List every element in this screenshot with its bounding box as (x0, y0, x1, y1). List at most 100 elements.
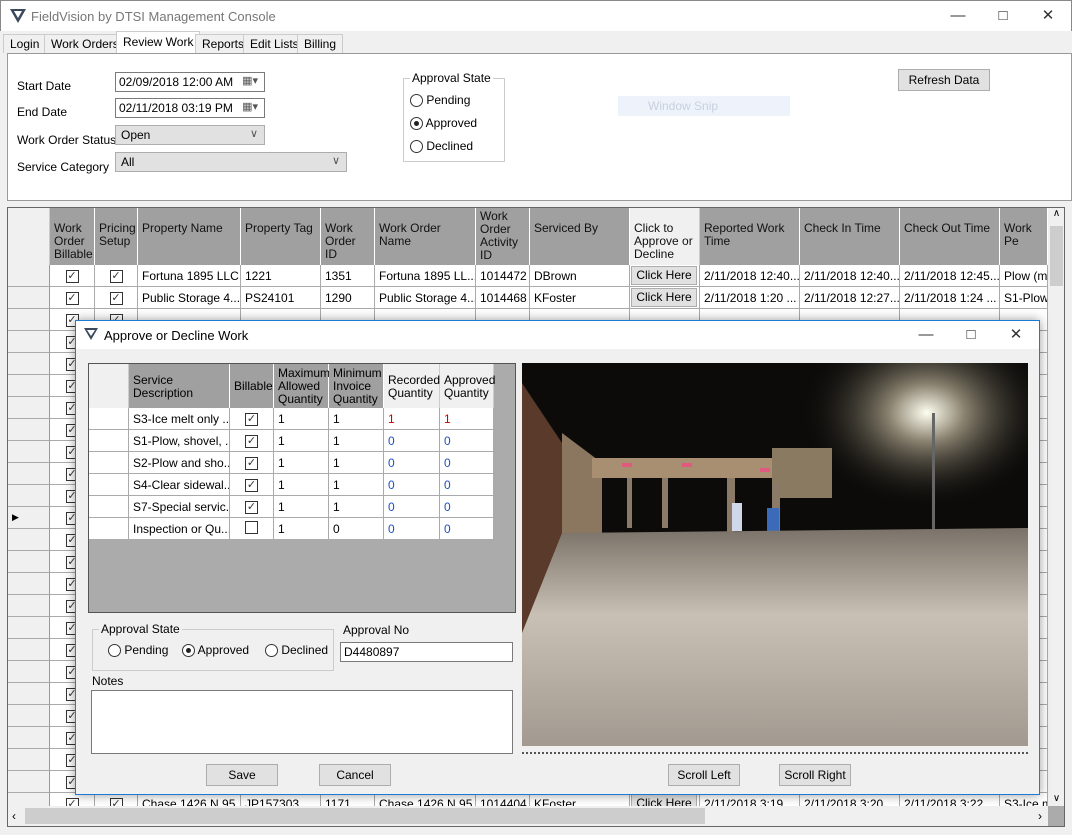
column-header[interactable]: Work Order ID (321, 208, 375, 265)
column-header[interactable]: Property Tag (241, 208, 321, 265)
table-cell[interactable]: 0 (440, 452, 494, 474)
row-header[interactable] (8, 551, 50, 573)
radio-pending[interactable]: Pending (410, 93, 470, 108)
radio-pending[interactable]: Pending (108, 643, 168, 658)
work-order-status-select[interactable]: Open ∨ (115, 125, 265, 145)
table-cell[interactable]: 0 (440, 474, 494, 496)
column-header[interactable]: Recorded Quantity (384, 364, 440, 408)
row-header[interactable] (8, 309, 50, 331)
column-header[interactable]: Reported Work Time (700, 208, 800, 265)
row-header[interactable] (89, 518, 129, 540)
scroll-thumb[interactable] (1050, 226, 1063, 286)
table-row[interactable]: ✓ ✓ Public Storage 4... PS24101 1290 Public S… (8, 287, 1048, 309)
row-header[interactable] (8, 595, 50, 617)
row-header[interactable] (8, 661, 50, 683)
billable-checkbox[interactable]: ✓ (245, 435, 258, 448)
column-header[interactable]: Work Order Activity ID (476, 208, 530, 265)
approval-no-input[interactable]: D4480897 (340, 642, 513, 662)
tab-review-work[interactable]: Review Work (116, 31, 201, 54)
checkbox[interactable]: ✓ (109, 270, 123, 283)
column-header[interactable]: Billable (230, 364, 274, 408)
checkbox[interactable]: ✓ (109, 292, 123, 305)
maximize-button[interactable]: □ (988, 5, 1018, 27)
refresh-data-button[interactable]: Refresh Data (898, 69, 990, 91)
column-header[interactable]: Minimum Invoice Quantity (329, 364, 384, 408)
row-header[interactable] (8, 749, 50, 771)
row-header[interactable] (8, 375, 50, 397)
row-header[interactable] (89, 474, 129, 496)
radio-approved[interactable]: Approved (410, 116, 477, 131)
minimize-button[interactable]: — (943, 5, 973, 27)
row-header[interactable] (8, 441, 50, 463)
row-header[interactable] (8, 397, 50, 419)
scroll-right-button[interactable]: Scroll Right (779, 764, 851, 786)
column-header[interactable]: Work Order Billable (50, 208, 95, 265)
row-header[interactable] (8, 485, 50, 507)
column-header[interactable]: Click to Approve or Decline (630, 208, 700, 265)
calendar-icon[interactable]: ▦▾ (242, 74, 258, 87)
row-header[interactable] (8, 617, 50, 639)
scroll-thumb[interactable] (25, 808, 705, 824)
dialog-minimize-button[interactable]: — (911, 324, 941, 346)
row-header[interactable] (8, 331, 50, 353)
table-row[interactable]: ✓ ✓ Fortuna 1895 LLC 1221 1351 Fortuna 1895 L… (8, 265, 1048, 287)
billable-checkbox[interactable]: ✓ (245, 479, 258, 492)
row-header[interactable] (8, 727, 50, 749)
column-header[interactable]: Serviced By (530, 208, 630, 265)
column-header[interactable]: Maximum Allowed Quantity (274, 364, 330, 408)
table-cell[interactable]: 0 (440, 518, 494, 540)
save-button[interactable]: Save (206, 764, 278, 786)
row-header[interactable] (8, 573, 50, 595)
vertical-scrollbar[interactable]: ∧ ∨ (1048, 208, 1064, 806)
column-header[interactable]: Service Description (129, 364, 230, 408)
table-cell[interactable]: 0 (440, 430, 494, 452)
close-button[interactable]: ✕ (1033, 5, 1063, 27)
billable-checkbox[interactable]: ✓ (245, 457, 258, 470)
billable-checkbox[interactable]: ✓ (245, 501, 258, 514)
row-header[interactable] (8, 463, 50, 485)
scroll-left-button[interactable]: Scroll Left (668, 764, 740, 786)
checkbox[interactable]: ✓ (65, 270, 79, 283)
tab-login[interactable]: Login (3, 34, 47, 53)
table-cell[interactable]: 1 (440, 408, 494, 430)
column-header[interactable]: Work Order Name (375, 208, 476, 265)
radio-declined[interactable]: Declined (265, 643, 328, 658)
billable-checkbox[interactable]: ✓ (245, 413, 258, 426)
approve-decline-button[interactable]: Click Here (631, 288, 697, 307)
column-header[interactable]: Check In Time (800, 208, 900, 265)
checkbox[interactable]: ✓ (65, 292, 79, 305)
horizontal-scrollbar[interactable]: ‹ › (8, 806, 1048, 826)
radio-approved[interactable]: Approved (182, 643, 249, 658)
calendar-icon[interactable]: ▦▾ (242, 100, 258, 113)
row-header[interactable] (8, 771, 50, 793)
row-header[interactable] (8, 705, 50, 727)
row-header[interactable] (89, 430, 129, 452)
end-date-picker[interactable]: 02/11/2018 03:19 PM ▦▾ (115, 98, 265, 118)
row-header[interactable] (8, 353, 50, 375)
row-header[interactable] (8, 529, 50, 551)
approve-decline-button[interactable]: Click Here (631, 266, 697, 285)
column-header[interactable]: Approved Quantity (440, 364, 495, 408)
row-header[interactable] (89, 408, 129, 430)
radio-declined[interactable]: Declined (410, 139, 473, 154)
column-header[interactable]: Work Pe (1000, 208, 1048, 265)
notes-textarea[interactable] (91, 690, 513, 754)
cancel-button[interactable]: Cancel (319, 764, 391, 786)
row-header[interactable] (89, 496, 129, 518)
service-category-select[interactable]: All ∨ (115, 152, 347, 172)
dialog-maximize-button[interactable]: □ (956, 324, 986, 346)
tab-billing[interactable]: Billing (297, 34, 344, 53)
tab-work-orders[interactable]: Work Orders (44, 34, 126, 53)
column-header[interactable]: Check Out Time (900, 208, 1000, 265)
dialog-close-button[interactable]: ✕ (1001, 324, 1031, 346)
row-header[interactable] (8, 265, 50, 287)
row-header[interactable] (89, 452, 129, 474)
row-header[interactable] (8, 419, 50, 441)
billable-checkbox[interactable] (245, 521, 258, 534)
column-header[interactable]: Pricing Setup (95, 208, 138, 265)
row-header[interactable] (8, 287, 50, 309)
row-header[interactable] (8, 683, 50, 705)
column-header[interactable]: Property Name (138, 208, 241, 265)
table-cell[interactable]: 0 (440, 496, 494, 518)
start-date-picker[interactable]: 02/09/2018 12:00 AM ▦▾ (115, 72, 265, 92)
